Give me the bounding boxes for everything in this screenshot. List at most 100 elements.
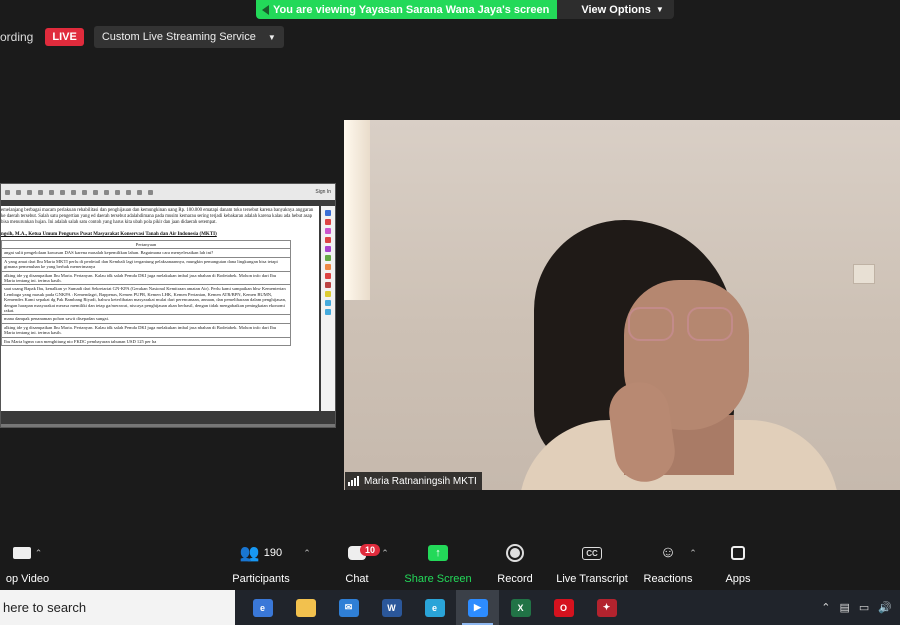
- taskbar-app-word[interactable]: W: [370, 590, 413, 625]
- wall-switch: [853, 264, 875, 284]
- side-tool-icon[interactable]: [325, 300, 331, 306]
- side-tool-icon[interactable]: [325, 282, 331, 288]
- toolbar-icon[interactable]: [60, 189, 65, 195]
- side-tool-icon[interactable]: [325, 228, 331, 234]
- reactions-options-caret[interactable]: ⌃: [686, 540, 700, 566]
- taskbar-app-excel[interactable]: X: [499, 590, 542, 625]
- mail-icon: ✉: [338, 598, 359, 617]
- table-row: alking ide yg disampaikan Ibu Maria. Per…: [1, 270, 291, 286]
- questions-table: Pertanyaan angat sulit pengelolaan kawas…: [1, 239, 291, 347]
- toolbar-icon[interactable]: [115, 189, 120, 195]
- taskbar-app-edge-legacy[interactable]: e: [241, 590, 284, 625]
- volume-icon[interactable]: 🔊: [878, 601, 892, 614]
- video-options-caret[interactable]: ⌃: [35, 548, 43, 559]
- taskbar-search-box[interactable]: here to search: [0, 590, 235, 625]
- participants-icon: 👥: [239, 545, 260, 562]
- side-tool-icon[interactable]: [325, 246, 331, 252]
- live-transcript-button[interactable]: CC Live Transcript: [555, 540, 629, 585]
- toolbar-icon[interactable]: [16, 189, 21, 195]
- participants-options-caret[interactable]: ⌃: [300, 540, 314, 566]
- document-paragraph: emelanjang berbagai macam perlakuan reha…: [1, 208, 314, 225]
- toolbar-icon[interactable]: [126, 189, 131, 195]
- viewing-text: You are viewing Yayasan Sarana Wana Jaya…: [273, 3, 550, 16]
- chevron-up-icon[interactable]: ⌃: [821, 601, 830, 614]
- taskbar-app-opera[interactable]: O: [542, 590, 585, 625]
- streaming-service-label: Custom Live Streaming Service: [101, 31, 256, 43]
- zoom-icon: ▶: [467, 598, 488, 617]
- opera-icon: O: [553, 598, 574, 617]
- table-cell: A yang amat dari Ibu Maria MKTI perlu di…: [1, 256, 291, 272]
- shared-document-window[interactable]: Sign In emelanjang berbagai macam perlak…: [0, 183, 336, 428]
- toolbar-icon[interactable]: [5, 189, 10, 195]
- toolbar-icon[interactable]: [93, 189, 98, 195]
- table-row: saat usang Bapak Ibu, kenalkan yr Sumadi…: [1, 284, 291, 316]
- sign-in-link[interactable]: Sign In: [315, 189, 331, 195]
- chat-button[interactable]: 10 Chat: [340, 540, 381, 585]
- toolbar-icon[interactable]: [38, 189, 43, 195]
- edge-legacy-icon: e: [252, 598, 273, 617]
- live-badge[interactable]: LIVE: [45, 28, 84, 46]
- network-icon[interactable]: ▤: [839, 601, 849, 614]
- caret-up-icon: ⌃: [381, 547, 389, 558]
- share-screen-label: Share Screen: [404, 573, 472, 585]
- toolbar-icon[interactable]: [104, 189, 109, 195]
- side-tool-icon[interactable]: [325, 237, 331, 243]
- windows-taskbar: here to search e ✉ We ▶ X O ✦ ⌃ ▤ ▭ 🔊: [0, 590, 900, 625]
- table-cell: mana dampak penanaman pohon sawit disepa…: [1, 314, 291, 324]
- speaker-icon: [262, 4, 269, 15]
- side-tool-icon[interactable]: [325, 219, 331, 225]
- streaming-service-dropdown[interactable]: Custom Live Streaming Service ▼: [93, 26, 284, 48]
- table-row: mana dampak penanaman pohon sawit disepa…: [1, 314, 291, 324]
- taskbar-app-zoom[interactable]: ▶: [456, 590, 499, 625]
- participants-count: 190: [263, 547, 283, 559]
- apps-button[interactable]: Apps: [722, 540, 754, 585]
- caret-down-icon: ▼: [267, 32, 276, 42]
- side-tool-icon[interactable]: [325, 255, 331, 261]
- stop-video-button[interactable]: ⌃ op Video: [0, 540, 55, 585]
- toolbar-icon[interactable]: [137, 189, 142, 195]
- battery-icon[interactable]: ▭: [859, 601, 869, 614]
- side-tool-icon[interactable]: [325, 309, 331, 315]
- table-row: alking ide yg disampaikan Ibu Maria. Per…: [1, 322, 291, 338]
- file-explorer-icon: [295, 598, 316, 617]
- taskbar-app-file-explorer[interactable]: [284, 590, 327, 625]
- taskbar-app-edge[interactable]: e: [413, 590, 456, 625]
- presenter-video[interactable]: [344, 120, 900, 490]
- video-camera-icon: [12, 547, 31, 559]
- system-tray: ⌃ ▤ ▭ 🔊: [821, 601, 900, 614]
- participant-name-tag: Maria Ratnaningsih MKTI: [345, 472, 482, 490]
- taskbar-app-other-app[interactable]: ✦: [585, 590, 628, 625]
- horizontal-scrollbar[interactable]: [1, 424, 335, 427]
- document-side-tools: [321, 206, 335, 411]
- taskbar-app-mail[interactable]: ✉: [327, 590, 370, 625]
- zoom-meeting-window: You are viewing Yayasan Sarana Wana Jaya…: [0, 0, 900, 625]
- toolbar-icon[interactable]: [148, 189, 153, 195]
- record-button[interactable]: Record: [495, 540, 535, 585]
- chat-options-caret[interactable]: ⌃: [378, 540, 392, 566]
- side-tool-icon[interactable]: [325, 291, 331, 297]
- participant-name: Maria Ratnaningsih MKTI: [364, 475, 477, 487]
- toolbar-icon[interactable]: [27, 189, 32, 195]
- side-tool-icon[interactable]: [325, 273, 331, 279]
- caret-up-icon: ⌃: [303, 547, 311, 558]
- apps-icon: [731, 546, 745, 560]
- signal-strength-icon: [348, 476, 359, 486]
- caret-up-icon: ⌃: [689, 547, 697, 558]
- toolbar-icon[interactable]: [49, 189, 54, 195]
- live-transcript-label: Live Transcript: [556, 573, 628, 585]
- participants-button[interactable]: 👥 190 Participants: [230, 540, 292, 585]
- view-options-button[interactable]: View Options ▼: [557, 0, 674, 19]
- recording-status: ording: [0, 30, 34, 44]
- table-row: A yang amat dari Ibu Maria MKTI perlu di…: [1, 256, 291, 272]
- side-tool-icon[interactable]: [325, 210, 331, 216]
- side-tool-icon[interactable]: [325, 264, 331, 270]
- pinned-apps: e ✉ We ▶ X O ✦: [241, 590, 628, 625]
- table-cell: angat sulit pengelolaan kawasan DAS kare…: [1, 248, 291, 258]
- share-screen-button[interactable]: ↑ Share Screen: [404, 540, 472, 585]
- toolbar-icon[interactable]: [71, 189, 76, 195]
- toolbar-icon[interactable]: [82, 189, 87, 195]
- glasses-right-lens: [687, 307, 733, 341]
- table-cell: saat usang Bapak Ibu, kenalkan yr Sumadi…: [1, 284, 291, 316]
- word-icon: W: [381, 598, 402, 617]
- glasses-left-lens: [628, 307, 674, 341]
